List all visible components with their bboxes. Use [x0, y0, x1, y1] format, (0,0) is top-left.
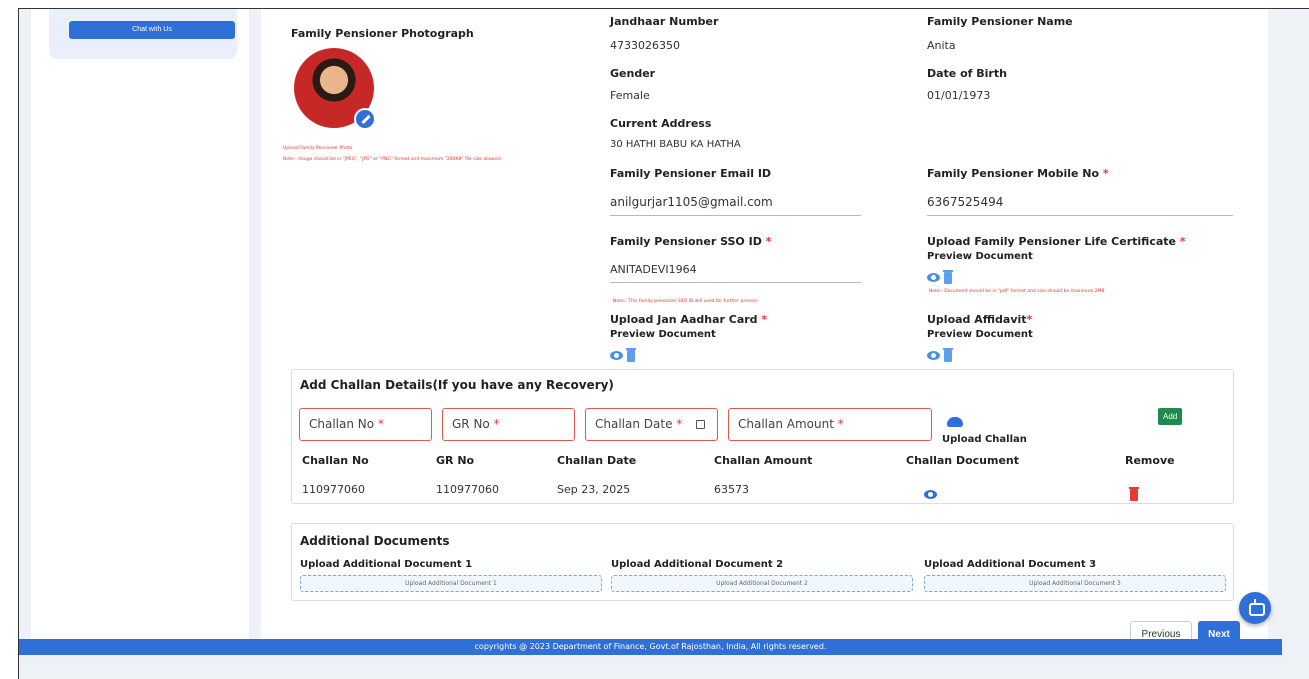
affidavit-preview-label: Preview Document	[927, 329, 1033, 340]
address-label: Current Address	[610, 117, 712, 130]
eye-icon[interactable]	[610, 351, 623, 360]
col-challan-document: Challan Document	[906, 454, 1020, 467]
sidebar-help-card: Chat with Us	[49, 9, 237, 59]
gender-value: Female	[610, 89, 650, 102]
row-amount: 63573	[714, 483, 749, 496]
col-gr-no: GR No	[436, 454, 475, 467]
name-label: Family Pensioner Name	[927, 15, 1073, 28]
additional-doc-3-upload[interactable]: Upload Additional Document 3	[924, 575, 1226, 592]
gr-no-input[interactable]: GR No *	[442, 408, 575, 441]
trash-icon[interactable]	[626, 347, 636, 362]
row-remove	[1126, 484, 1139, 503]
challan-no-input[interactable]: Challan No *	[299, 408, 432, 441]
sso-note: Note:- This family pensioner SSO ID will…	[613, 299, 758, 304]
sso-label: Family Pensioner SSO ID *	[610, 235, 772, 248]
col-challan-date: Challan Date	[557, 454, 637, 467]
affidavit-actions	[927, 345, 953, 364]
mobile-label: Family Pensioner Mobile No *	[927, 167, 1109, 180]
chat-with-us-button[interactable]: Chat with Us	[69, 21, 235, 39]
email-label: Family Pensioner Email ID	[610, 167, 772, 180]
row-gr-no: 110977060	[436, 483, 499, 496]
challan-title: Add Challan Details(If you have any Reco…	[300, 378, 614, 392]
dob-label: Date of Birth	[927, 67, 1007, 80]
sso-field[interactable]: ANITADEVI1964	[610, 263, 861, 283]
jan-aadhar-preview-label: Preview Document	[610, 329, 716, 340]
trash-icon[interactable]	[1129, 486, 1139, 501]
app-frame: Chat with Us Family Pensioner Photograph…	[18, 8, 1309, 679]
gender-label: Gender	[610, 67, 656, 80]
upload-cloud-icon[interactable]	[947, 417, 963, 427]
trash-icon[interactable]	[943, 347, 953, 362]
footer: copyrights @ 2023 Department of Finance,…	[19, 639, 1282, 655]
col-remove: Remove	[1125, 454, 1175, 467]
trash-icon[interactable]	[943, 269, 953, 284]
jan-aadhar-label: Upload Jan Aadhar Card *	[610, 313, 768, 326]
col-challan-no: Challan No	[302, 454, 369, 467]
life-cert-note: Note:- Document should be in "pdf" forma…	[929, 289, 1105, 294]
eye-icon[interactable]	[927, 351, 940, 360]
challan-section: Add Challan Details(If you have any Reco…	[291, 369, 1234, 504]
photo-title: Family Pensioner Photograph	[291, 27, 474, 40]
mobile-field[interactable]: 6367525494	[927, 195, 1233, 216]
chatbot-icon[interactable]	[1239, 592, 1271, 624]
additional-doc-3-label: Upload Additional Document 3	[924, 559, 1097, 570]
life-cert-preview-label: Preview Document	[927, 251, 1033, 262]
eye-icon[interactable]	[927, 273, 940, 282]
row-date: Sep 23, 2025	[557, 483, 631, 496]
challan-amount-input[interactable]: Challan Amount *	[728, 408, 932, 441]
dob-value: 01/01/1973	[927, 89, 991, 102]
upload-challan-label[interactable]: Upload Challan	[942, 434, 1027, 445]
affidavit-label: Upload Affidavit*	[927, 313, 1033, 326]
additional-docs-title: Additional Documents	[300, 534, 450, 548]
main-panel: Family Pensioner Photograph Upload Famil…	[261, 9, 1268, 641]
row-challan-no: 110977060	[302, 483, 365, 496]
aadhar-label: Jandhaar Number	[610, 15, 719, 28]
col-challan-amount: Challan Amount	[714, 454, 813, 467]
eye-icon[interactable]	[924, 490, 937, 499]
additional-doc-1-label: Upload Additional Document 1	[300, 559, 473, 570]
calendar-icon[interactable]	[696, 420, 705, 429]
address-value: 30 HATHI BABU KA HATHA	[610, 139, 741, 150]
name-value: Anita	[927, 39, 956, 52]
edit-photo-icon[interactable]	[354, 108, 376, 130]
additional-doc-1-upload[interactable]: Upload Additional Document 1	[300, 575, 602, 592]
aadhar-value: 4733026350	[610, 39, 680, 52]
life-cert-label: Upload Family Pensioner Life Certificate…	[927, 235, 1186, 248]
challan-date-input[interactable]: Challan Date *	[585, 408, 718, 441]
photo-format-note: Note:- Image should be in "JPEG", "JPG" …	[283, 157, 503, 162]
additional-doc-2-label: Upload Additional Document 2	[611, 559, 784, 570]
sidebar: Chat with Us	[31, 9, 249, 649]
life-cert-actions	[927, 267, 953, 286]
jan-aadhar-actions	[610, 345, 636, 364]
add-challan-button[interactable]: Add	[1158, 408, 1183, 425]
row-document	[924, 484, 937, 503]
email-field[interactable]: anilgurjar1105@gmail.com	[610, 195, 861, 216]
additional-doc-2-upload[interactable]: Upload Additional Document 2	[611, 575, 913, 592]
additional-docs-section: Additional Documents Upload Additional D…	[291, 523, 1234, 601]
photo-upload-note: Upload Family Pensioner Photo	[283, 146, 353, 151]
